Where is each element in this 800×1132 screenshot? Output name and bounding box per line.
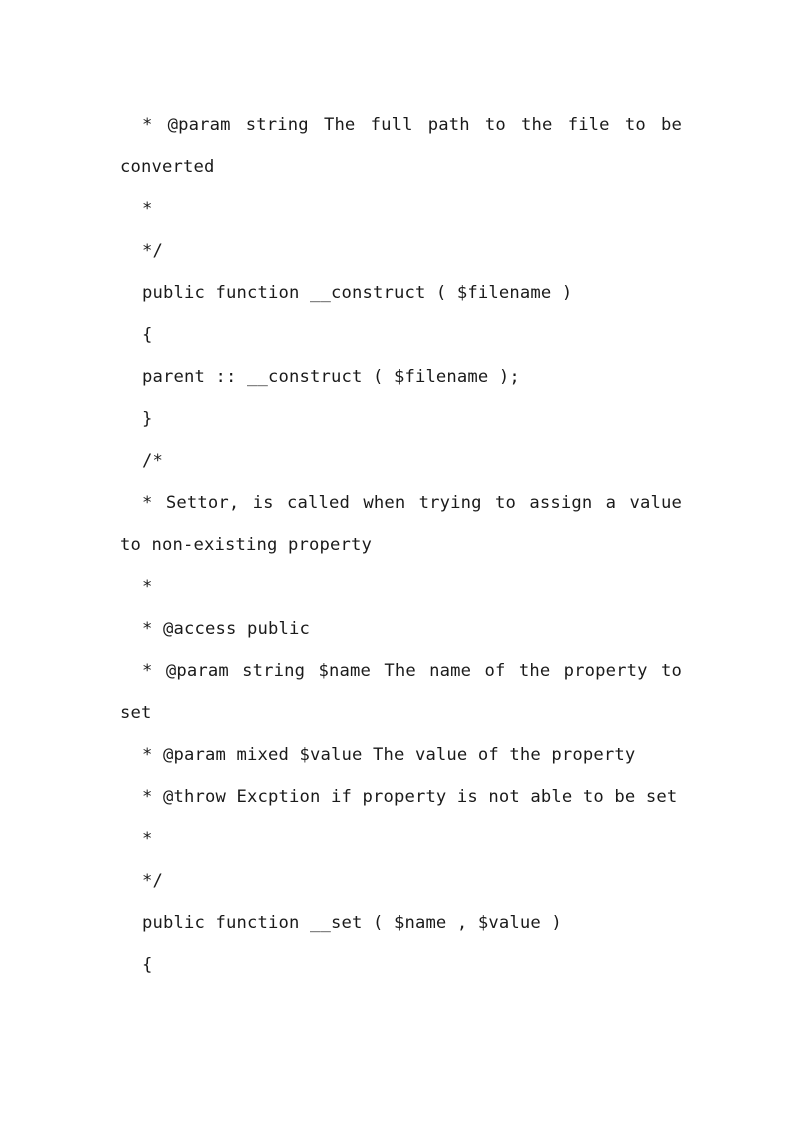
code-line: */	[120, 230, 682, 272]
code-line: * @param mixed $value The value of the p…	[120, 734, 682, 776]
code-line: public function __set ( $name , $value )	[120, 902, 682, 944]
code-line: {	[120, 944, 682, 986]
code-line: * @param string The full path to the fil…	[120, 104, 682, 188]
code-line: parent :: __construct ( $filename );	[120, 356, 682, 398]
code-line-text: *	[142, 829, 153, 849]
code-line-text: */	[142, 871, 163, 891]
code-line-text: * @param mixed $value The value of the p…	[142, 745, 636, 765]
code-line-text: */	[142, 241, 163, 261]
document-page: * @param string The full path to the fil…	[0, 0, 800, 1132]
code-text-block: * @param string The full path to the fil…	[120, 104, 682, 986]
code-line: /*	[120, 440, 682, 482]
code-line: * @throw Excption if property is not abl…	[120, 776, 682, 818]
code-line: * @param string $name The name of the pr…	[120, 650, 682, 734]
code-line-text: * Settor, is called when trying to assig…	[120, 493, 693, 555]
code-line-text: *	[142, 199, 153, 219]
code-line: * Settor, is called when trying to assig…	[120, 482, 682, 566]
code-line-text: * @access public	[142, 619, 310, 639]
code-line-text: /*	[142, 451, 163, 471]
code-line: * @access public	[120, 608, 682, 650]
code-line-text: public function __set ( $name , $value )	[142, 913, 562, 933]
code-line-text: {	[142, 325, 153, 345]
code-line: {	[120, 314, 682, 356]
code-line: *	[120, 566, 682, 608]
code-line-text: * @param string $name The name of the pr…	[120, 661, 693, 723]
code-line-text: {	[142, 955, 153, 975]
code-line-text: * @param string The full path to the fil…	[120, 115, 693, 177]
code-line-text: }	[142, 409, 153, 429]
code-line: */	[120, 860, 682, 902]
code-line: }	[120, 398, 682, 440]
code-line-text: public function __construct ( $filename …	[142, 283, 573, 303]
code-line: public function __construct ( $filename …	[120, 272, 682, 314]
code-line: *	[120, 188, 682, 230]
code-line-text: parent :: __construct ( $filename );	[142, 367, 520, 387]
code-line-text: * @throw Excption if property is not abl…	[142, 787, 678, 807]
code-line-text: *	[142, 577, 153, 597]
code-line: *	[120, 818, 682, 860]
